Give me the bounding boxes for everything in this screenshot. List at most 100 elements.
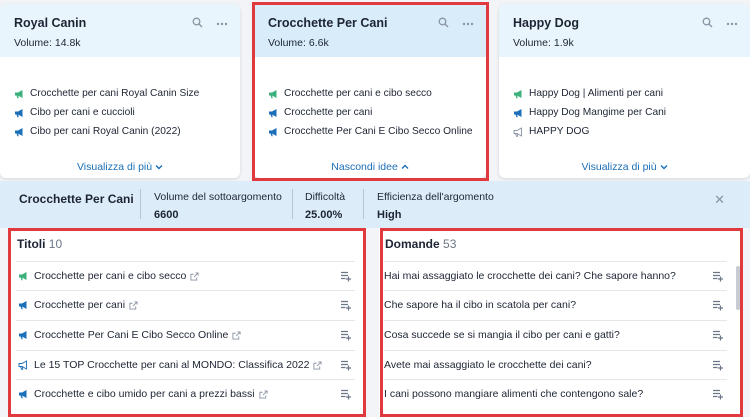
title-text[interactable]: Crocchette per cani e cibo secco — [34, 270, 186, 282]
idea-text: Crocchette per cani — [284, 107, 373, 118]
questions-panel: Domande 53 Hai mai assaggiato le crocche… — [379, 228, 741, 417]
show-more-label: Visualizza di più — [76, 161, 153, 173]
question-row[interactable]: Che sapore ha il cibo in scatola per can… — [384, 290, 727, 319]
titles-count: 10 — [48, 237, 63, 251]
chevron-down-icon — [660, 165, 668, 170]
card-idea-item[interactable]: Happy Dog | Alimenti per cani — [513, 84, 736, 103]
question-row[interactable]: Hai mai assaggiato le crocchette dei can… — [384, 261, 727, 290]
card-idea-item[interactable]: Crocchette Per Cani E Cibo Secco Online — [268, 122, 473, 141]
megaphone-blue-icon — [14, 108, 24, 118]
megaphone-blue-icon — [268, 108, 278, 118]
title-text[interactable]: Crocchette Per Cani E Cibo Secco Online — [34, 329, 228, 341]
questions-panel-header: Domande 53 — [379, 228, 741, 256]
title-text[interactable]: Crocchette e cibo umido per cani a prezz… — [34, 388, 255, 400]
card-idea-list: Crocchette per cani e cibo secco Crocche… — [254, 57, 486, 141]
question-row[interactable]: I cani possono mangiare alimenti che con… — [384, 379, 727, 408]
idea-text: Cibo per cani Royal Canin (2022) — [30, 126, 181, 137]
external-link-icon[interactable] — [313, 361, 322, 370]
chevron-down-icon — [155, 165, 163, 170]
search-icon[interactable] — [438, 17, 450, 29]
topic-efficiency: Efficienza dell'argomento High — [377, 191, 494, 221]
hide-ideas-label: Nascondi idee — [331, 161, 398, 173]
divider — [292, 189, 293, 219]
idea-text: Crocchette per cani e cibo secco — [284, 88, 432, 99]
titles-panel-header: Titoli 10 — [8, 228, 363, 256]
card-header: Happy Dog Volume: 1.9k — [499, 4, 750, 57]
question-text[interactable]: Che sapore ha il cibo in scatola per can… — [384, 299, 576, 311]
questions-label: Domande — [385, 237, 440, 251]
add-to-list-icon[interactable] — [713, 300, 725, 311]
difficulty-label: Difficoltà — [305, 191, 346, 203]
subtopic-volume: Volume del sottoargomento 6600 — [154, 191, 282, 221]
topic-card-royal-canin[interactable]: Royal Canin Volume: 14.8k Crocchette per… — [0, 4, 240, 178]
external-link-icon[interactable] — [232, 331, 241, 340]
search-icon[interactable] — [702, 17, 714, 29]
topic-card-crocchette-per-cani[interactable]: Crocchette Per Cani Volume: 6.6k Crocche… — [254, 4, 486, 178]
add-to-list-icon[interactable] — [713, 330, 725, 341]
megaphone-blue-icon — [18, 389, 28, 399]
card-idea-item[interactable]: Crocchette per cani Royal Canin Size — [14, 84, 226, 103]
add-to-list-icon[interactable] — [713, 389, 725, 400]
question-text[interactable]: Hai mai assaggiato le crocchette dei can… — [384, 270, 676, 282]
topic-card-happy-dog[interactable]: Happy Dog Volume: 1.9k Happy Dog | Alime… — [499, 4, 750, 178]
card-tools — [702, 17, 738, 29]
add-to-list-icon[interactable] — [713, 271, 725, 282]
title-row[interactable]: Le 15 TOP Crocchette per cani al MONDO: … — [16, 350, 355, 379]
subtopic-volume-value: 6600 — [154, 209, 179, 221]
megaphone-green-icon — [268, 89, 278, 99]
divider — [140, 189, 141, 219]
card-idea-item[interactable]: Cibo per cani Royal Canin (2022) — [14, 122, 226, 141]
close-icon[interactable]: ✕ — [714, 192, 725, 208]
card-idea-item[interactable]: Crocchette per cani — [268, 103, 472, 122]
add-to-list-icon[interactable] — [341, 300, 353, 311]
megaphone-blue-icon — [268, 127, 278, 137]
questions-count: 53 — [443, 237, 457, 251]
add-to-list-icon[interactable] — [341, 389, 353, 400]
title-text[interactable]: Crocchette per cani — [34, 299, 125, 311]
show-more-link[interactable]: Visualizza di più — [0, 161, 240, 173]
title-row[interactable]: Crocchette e cibo umido per cani a prezz… — [16, 379, 355, 408]
hide-ideas-link[interactable]: Nascondi idee — [254, 161, 486, 173]
more-options-icon[interactable] — [726, 17, 738, 29]
megaphone-outline-icon — [18, 360, 28, 370]
idea-text: Happy Dog Mangime per Cani — [529, 107, 667, 118]
add-to-list-icon[interactable] — [341, 360, 353, 371]
card-idea-item[interactable]: Crocchette per cani e cibo secco — [268, 84, 472, 103]
megaphone-blue-icon — [14, 127, 24, 137]
question-row[interactable]: Avete mai assaggiato le crocchette dei c… — [384, 350, 727, 379]
add-to-list-icon[interactable] — [341, 330, 353, 341]
chevron-up-icon — [401, 164, 409, 169]
external-link-icon[interactable] — [129, 301, 138, 310]
card-idea-item[interactable]: Cibo per cani e cuccioli — [14, 103, 226, 122]
subtopic-volume-label: Volume del sottoargomento — [154, 191, 282, 203]
show-more-link[interactable]: Visualizza di più — [499, 161, 750, 173]
question-text[interactable]: Cosa succede se si mangia il cibo per ca… — [384, 329, 620, 341]
question-row[interactable]: Cosa succede se si mangia il cibo per ca… — [384, 320, 727, 349]
question-text[interactable]: I cani possono mangiare alimenti che con… — [384, 388, 643, 400]
card-header: Royal Canin Volume: 14.8k — [0, 4, 240, 57]
question-text[interactable]: Avete mai assaggiato le crocchette dei c… — [384, 359, 592, 371]
topic-detail-bar: Crocchette Per Cani Volume del sottoargo… — [0, 181, 750, 228]
add-to-list-icon[interactable] — [713, 360, 725, 371]
external-link-icon[interactable] — [190, 272, 199, 281]
questions-scrollbar[interactable] — [736, 266, 740, 310]
title-row[interactable]: Crocchette Per Cani E Cibo Secco Online — [16, 320, 355, 349]
megaphone-blue-icon — [513, 108, 523, 118]
megaphone-blue-icon — [18, 300, 28, 310]
more-options-icon[interactable] — [462, 17, 474, 29]
title-row[interactable]: Crocchette per cani e cibo secco — [16, 261, 355, 290]
card-idea-item[interactable]: Happy Dog Mangime per Cani — [513, 103, 736, 122]
difficulty: Difficoltà 25.00% — [305, 191, 345, 221]
add-to-list-icon[interactable] — [341, 271, 353, 282]
card-tools — [192, 17, 228, 29]
more-options-icon[interactable] — [216, 17, 228, 29]
title-text[interactable]: Le 15 TOP Crocchette per cani al MONDO: … — [34, 359, 309, 371]
idea-text: Cibo per cani e cuccioli — [30, 107, 135, 118]
card-idea-item[interactable]: HAPPY DOG — [513, 122, 736, 141]
show-more-label: Visualizza di più — [581, 161, 657, 173]
search-icon[interactable] — [192, 17, 204, 29]
external-link-icon[interactable] — [259, 390, 268, 399]
titles-panel: Titoli 10 Crocchette per cani e cibo sec… — [8, 228, 363, 417]
title-row[interactable]: Crocchette per cani — [16, 290, 355, 319]
idea-text: Crocchette per cani Royal Canin Size — [30, 88, 200, 99]
